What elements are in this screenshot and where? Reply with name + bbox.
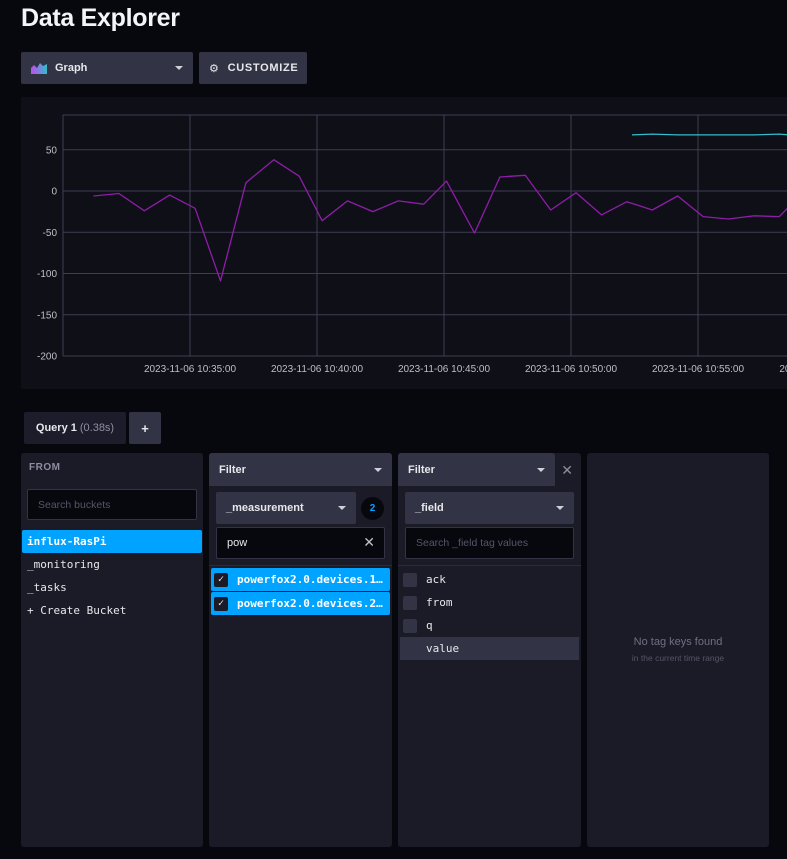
- customize-button[interactable]: ⚙ CUSTOMIZE: [199, 52, 307, 84]
- empty-state: No tag keys found in the current time ra…: [587, 636, 769, 663]
- tag-keys-panel: No tag keys found in the current time ra…: [587, 453, 769, 847]
- tag-value-item[interactable]: ✓ powerfox2.0.devices.1…: [211, 568, 390, 591]
- y-tick-label: -200: [37, 352, 57, 363]
- x-tick-label: 2023-11-06 10:50:00: [525, 364, 618, 375]
- page-title: Data Explorer: [21, 4, 180, 32]
- visualization-type-label: Graph: [55, 62, 88, 74]
- selected-count-badge: 2: [361, 497, 384, 520]
- checkbox[interactable]: [403, 595, 417, 610]
- filter-function-dropdown[interactable]: Filter: [209, 453, 392, 486]
- x-tick-label: 2023-11-06 10:35:00: [144, 364, 237, 375]
- tag-value-list: ✓ powerfox2.0.devices.1… ✓ powerfox2.0.d…: [211, 568, 390, 615]
- tag-value-item[interactable]: ack: [400, 568, 579, 591]
- filter-header-label: Filter: [408, 463, 435, 476]
- divider: [209, 565, 392, 566]
- bucket-item[interactable]: _monitoring: [22, 553, 202, 576]
- tag-value-label: from: [426, 596, 453, 609]
- bucket-search-input[interactable]: Search buckets: [27, 489, 197, 520]
- y-tick-label: 0: [51, 187, 57, 198]
- from-title: FROM: [29, 462, 61, 473]
- filter-function-dropdown[interactable]: Filter: [398, 453, 555, 486]
- tag-value-search-input[interactable]: pow ✕: [216, 527, 385, 559]
- measurement-filter-panel: Filter _measurement 2 pow ✕ ✓ powerfox2.…: [209, 453, 392, 847]
- field-filter-panel: Filter ✕ _field Search _field tag values…: [398, 453, 581, 847]
- close-icon[interactable]: ✕: [561, 462, 573, 479]
- tag-value-label: value: [426, 642, 460, 655]
- tag-value-item[interactable]: q: [400, 614, 579, 637]
- checkmark-icon[interactable]: ✓: [214, 596, 228, 611]
- tag-key-dropdown[interactable]: _field: [405, 492, 574, 524]
- create-bucket-button[interactable]: + Create Bucket: [22, 599, 202, 622]
- from-panel: FROM Search buckets influx-RasPi _monito…: [21, 453, 203, 847]
- customize-label: CUSTOMIZE: [227, 62, 299, 74]
- graph-icon: [31, 63, 47, 74]
- tag-value-item[interactable]: from: [400, 591, 579, 614]
- tag-value-label: powerfox2.0.devices.2…: [237, 597, 383, 610]
- search-value: pow: [227, 537, 248, 549]
- tag-key-label: _field: [415, 502, 444, 514]
- tag-key-dropdown[interactable]: _measurement: [216, 492, 356, 524]
- bucket-item[interactable]: influx-RasPi: [22, 530, 202, 553]
- chevron-down-icon: [175, 66, 183, 70]
- series-line: [631, 133, 787, 136]
- tag-value-item[interactable]: value: [400, 637, 579, 660]
- x-tick-label: 2023-11-06 10:40:00: [271, 364, 364, 375]
- y-tick-label: 50: [46, 145, 58, 156]
- add-query-button[interactable]: +: [129, 412, 161, 444]
- line-chart: 50 0 -50 -100 -150 -200 2023-11-06 10:35:00 202…: [37, 114, 787, 375]
- bucket-list: influx-RasPi _monitoring _tasks + Create…: [22, 530, 202, 622]
- tag-value-label: ack: [426, 573, 446, 586]
- checkbox[interactable]: [403, 572, 417, 587]
- bucket-item[interactable]: _tasks: [22, 576, 202, 599]
- clear-search-icon[interactable]: ✕: [363, 534, 375, 551]
- tag-value-label: powerfox2.0.devices.1…: [237, 573, 383, 586]
- gear-icon: ⚙: [209, 62, 220, 75]
- empty-state-subtitle: in the current time range: [631, 653, 725, 663]
- query-tab-time: (0.38s): [79, 422, 115, 434]
- y-tick-label: -50: [43, 228, 58, 239]
- chevron-down-icon: [556, 506, 564, 510]
- query-tab[interactable]: Query 1 (0.38s): [24, 412, 126, 444]
- query-tab-name: Query 1: [35, 422, 77, 434]
- tag-value-search-input[interactable]: Search _field tag values: [405, 527, 574, 559]
- x-tick-label: 2023-11-06 11:00:00: [779, 364, 787, 375]
- checkmark-icon[interactable]: ✓: [214, 572, 228, 587]
- y-tick-label: -100: [37, 269, 57, 280]
- tag-key-label: _measurement: [226, 502, 304, 514]
- tag-value-item[interactable]: ✓ powerfox2.0.devices.2…: [211, 592, 390, 615]
- y-tick-label: -150: [37, 310, 57, 321]
- chevron-down-icon: [374, 467, 382, 472]
- tag-value-label: q: [426, 619, 433, 632]
- visualization-type-dropdown[interactable]: Graph: [21, 52, 193, 84]
- x-tick-label: 2023-11-06 10:45:00: [398, 364, 491, 375]
- filter-header-label: Filter: [219, 463, 246, 476]
- empty-state-title: No tag keys found: [633, 636, 723, 648]
- chevron-down-icon: [537, 467, 545, 472]
- graph-panel: 50 0 -50 -100 -150 -200 2023-11-06 10:35:00 202…: [21, 97, 787, 389]
- series-line: [93, 159, 787, 282]
- checkbox[interactable]: [403, 618, 417, 633]
- tag-value-list: ack from q value: [400, 568, 579, 660]
- checkbox[interactable]: [403, 641, 417, 656]
- x-tick-label: 2023-11-06 10:55:00: [652, 364, 745, 375]
- chevron-down-icon: [338, 506, 346, 510]
- divider: [398, 565, 581, 566]
